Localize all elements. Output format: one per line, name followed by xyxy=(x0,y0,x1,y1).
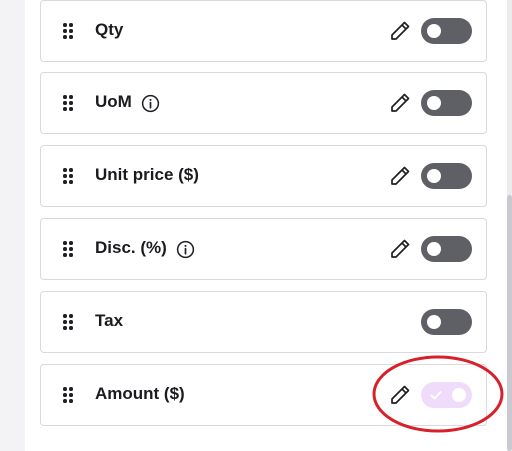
pencil-icon[interactable] xyxy=(388,91,412,115)
drag-handle-icon[interactable] xyxy=(63,314,75,330)
column-toggle[interactable] xyxy=(421,309,472,335)
drag-handle-icon[interactable] xyxy=(63,387,75,403)
pencil-icon[interactable] xyxy=(388,237,412,261)
column-label: UoM xyxy=(95,92,159,112)
toggle-knob xyxy=(427,169,441,183)
pencil-icon[interactable] xyxy=(388,383,412,407)
column-row-qty: Qty xyxy=(40,0,487,62)
column-label: Unit price ($) xyxy=(95,165,199,184)
info-icon[interactable] xyxy=(141,94,159,112)
column-toggle[interactable] xyxy=(421,236,472,262)
column-row-discount: Disc. (%) xyxy=(40,218,487,280)
column-row-amount: Amount ($) xyxy=(40,364,487,426)
scrollbar-thumb[interactable] xyxy=(507,195,512,451)
toggle-knob xyxy=(427,96,441,110)
drag-handle-icon[interactable] xyxy=(63,241,75,257)
column-toggle[interactable] xyxy=(421,90,472,116)
toggle-knob xyxy=(427,24,441,38)
check-icon xyxy=(429,388,443,402)
column-label: Tax xyxy=(95,311,124,330)
column-label: Amount ($) xyxy=(95,384,185,403)
column-toggle-disabled-on xyxy=(421,382,472,408)
pencil-icon[interactable] xyxy=(388,19,412,43)
column-label: Disc. (%) xyxy=(95,238,194,258)
column-row-unit-price: Unit price ($) xyxy=(40,145,487,207)
toggle-knob xyxy=(427,242,441,256)
toggle-knob xyxy=(452,388,466,402)
drag-handle-icon[interactable] xyxy=(63,23,75,39)
column-row-uom: UoM xyxy=(40,72,487,134)
column-label: Qty xyxy=(95,20,124,39)
drag-handle-icon[interactable] xyxy=(63,168,75,184)
column-toggle[interactable] xyxy=(421,18,472,44)
drag-handle-icon[interactable] xyxy=(63,95,75,111)
toggle-knob xyxy=(427,315,441,329)
info-icon[interactable] xyxy=(176,240,194,258)
pencil-icon[interactable] xyxy=(388,164,412,188)
column-toggle[interactable] xyxy=(421,163,472,189)
column-row-tax: Tax xyxy=(40,291,487,353)
